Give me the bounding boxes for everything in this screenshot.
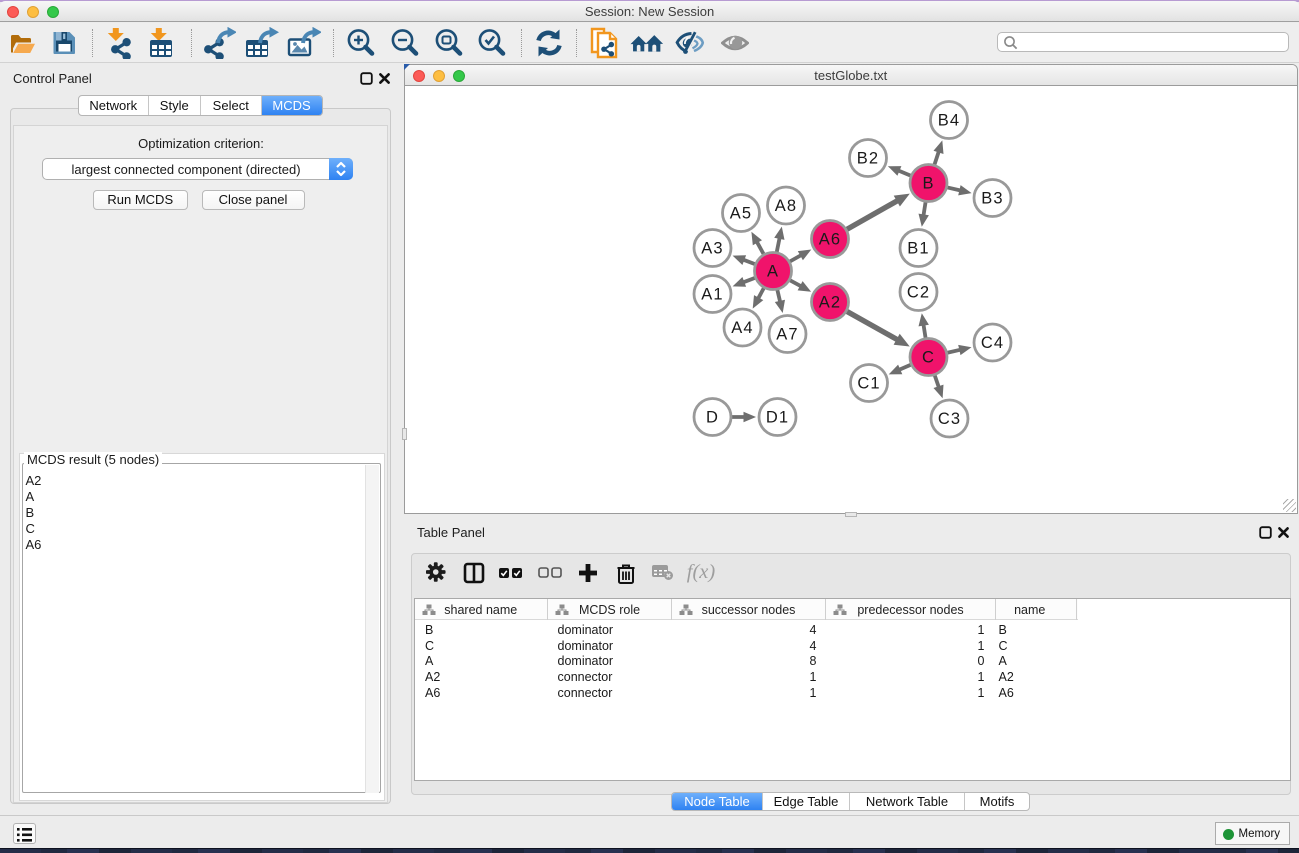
svg-text:A4: A4 (731, 319, 753, 337)
svg-text:A5: A5 (729, 205, 751, 223)
svg-text:B1: B1 (907, 240, 929, 258)
svg-text:C1: C1 (857, 375, 880, 393)
svg-text:A1: A1 (701, 286, 723, 304)
svg-text:B3: B3 (981, 190, 1003, 208)
svg-text:D1: D1 (765, 409, 788, 427)
svg-text:B: B (922, 175, 934, 193)
svg-text:A8: A8 (774, 197, 796, 215)
svg-text:C2: C2 (906, 284, 929, 302)
svg-text:C3: C3 (937, 410, 960, 428)
svg-text:A3: A3 (701, 240, 723, 258)
svg-text:A6: A6 (818, 231, 840, 249)
svg-text:A: A (766, 263, 778, 281)
svg-text:A7: A7 (776, 326, 798, 344)
svg-text:D: D (705, 409, 718, 427)
svg-text:C: C (921, 349, 934, 367)
svg-text:A2: A2 (818, 294, 840, 312)
svg-text:B2: B2 (856, 150, 878, 168)
svg-text:C4: C4 (980, 334, 1003, 352)
svg-text:B4: B4 (937, 112, 959, 130)
